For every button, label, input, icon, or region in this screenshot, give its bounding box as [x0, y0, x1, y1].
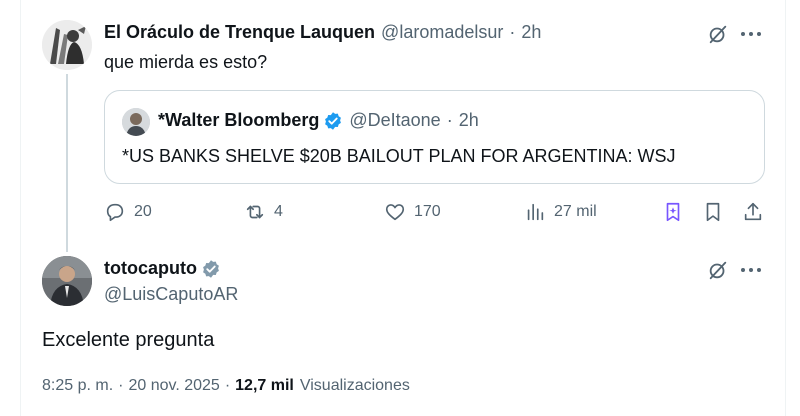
quoted-post-card[interactable] [104, 90, 765, 184]
quoted-author-handle[interactable]: @DeItaone [349, 110, 440, 131]
quoted-author-avatar[interactable] [122, 108, 150, 136]
quoted-timestamp[interactable]: 2h [459, 110, 479, 131]
post-date[interactable]: 20 nov. 2025 [128, 377, 219, 395]
share-button[interactable] [742, 200, 764, 224]
views-count: 27 mil [554, 203, 597, 220]
like-button[interactable]: 170 [384, 200, 441, 224]
timeline-border-right [785, 0, 786, 416]
bookmark-icon [706, 202, 720, 222]
grok-icon[interactable] [706, 258, 730, 282]
main-author-avatar[interactable] [42, 256, 92, 306]
grok-icon [666, 202, 680, 222]
share-icon [744, 202, 762, 221]
meta-separator: · [224, 377, 231, 394]
repost-button[interactable]: 4 [244, 200, 283, 224]
more-icon[interactable] [738, 258, 764, 282]
reply-author-avatar[interactable] [42, 20, 92, 70]
reply-header: El Oráculo de Trenque Lauquen @laromadel… [104, 22, 541, 43]
reply-button[interactable]: 20 [104, 200, 152, 224]
quoted-author-name[interactable]: *Walter Bloomberg [158, 110, 319, 131]
bookmark-button[interactable] [702, 200, 724, 224]
reply-icon [106, 203, 124, 222]
thread-connector-line [66, 74, 68, 252]
main-header: totocaputo [104, 258, 221, 279]
more-icon[interactable] [738, 22, 764, 46]
quoted-separator: · [446, 110, 453, 130]
views-button[interactable]: 27 mil [524, 200, 597, 224]
views-total: 12,7 mil [235, 377, 294, 394]
main-author-handle[interactable]: @LuisCaputoAR [104, 284, 238, 305]
meta-separator: · [118, 377, 124, 394]
reply-timestamp[interactable]: 2h [521, 22, 541, 43]
repost-icon [246, 205, 264, 219]
like-icon [385, 204, 405, 221]
reply-count: 20 [134, 203, 152, 220]
main-post-text: Excelente pregunta [42, 329, 215, 351]
reply-author-name[interactable]: El Oráculo de Trenque Lauquen [104, 22, 375, 43]
reply-author-handle[interactable]: @laromadelsur [381, 22, 503, 43]
main-author-name[interactable]: totocaputo [104, 258, 197, 279]
verified-icon [323, 111, 343, 131]
grok-analyze-button[interactable] [662, 200, 684, 224]
verified-icon [201, 259, 221, 279]
quoted-header: *Walter Bloomberg @DeItaone · 2h [158, 110, 479, 131]
reply-separator: · [509, 22, 516, 42]
post-time[interactable]: 8:25 p. m. [42, 377, 113, 395]
quoted-post-text: *US BANKS SHELVE $20B BAILOUT PLAN FOR A… [122, 146, 676, 166]
like-count: 170 [414, 203, 441, 220]
post-metadata: 8:25 p. m. · 20 nov. 2025 · 12,7 mil Vis… [42, 377, 410, 395]
views-icon [527, 203, 544, 221]
reply-text: que mierda es esto? [104, 52, 268, 72]
grok-icon[interactable] [706, 22, 730, 46]
repost-count: 4 [274, 203, 283, 220]
timeline-border-left [20, 0, 21, 416]
views-label: Visualizaciones [299, 377, 410, 394]
